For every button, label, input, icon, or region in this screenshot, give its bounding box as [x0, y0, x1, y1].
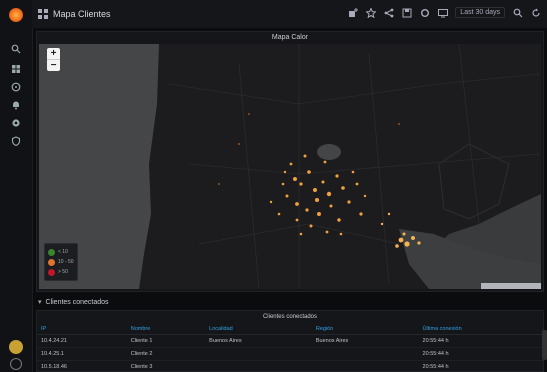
column-header[interactable]: Última conexión — [418, 324, 543, 335]
table-cell — [311, 347, 419, 361]
dashboard-grid-icon — [38, 9, 48, 19]
row-header[interactable]: ▾ Clientes conectados — [36, 296, 544, 308]
row-title[interactable]: Clientes conectados — [46, 299, 109, 306]
legend-label: < 10 — [58, 249, 68, 255]
legend-item: < 10 — [48, 247, 74, 257]
table-cell: 20:55:44 h — [418, 360, 543, 371]
column-header[interactable]: Región — [311, 324, 419, 335]
table-title[interactable]: Clientes conectados — [37, 314, 543, 320]
legend-item: > 50 — [48, 267, 74, 277]
avatar[interactable] — [9, 340, 23, 354]
legend-label: > 50 — [58, 269, 68, 275]
save-icon[interactable] — [401, 7, 412, 18]
time-range-picker[interactable]: Last 30 days — [455, 7, 505, 18]
tv-mode-icon[interactable] — [437, 7, 448, 18]
help-icon[interactable] — [10, 358, 22, 370]
map-legend: < 10 10 - 50 > 50 — [44, 243, 78, 281]
dashboard-title[interactable]: Mapa Clientes — [53, 9, 111, 19]
share-icon[interactable] — [383, 7, 394, 18]
table-cell: Buenos Aires — [205, 334, 312, 348]
table-panel: Clientes conectados IP Nombre Localidad … — [36, 310, 544, 372]
table-cell: Buenos Aires — [311, 334, 419, 348]
add-panel-icon[interactable] — [347, 7, 358, 18]
zoom-control: + − — [47, 48, 60, 71]
chevron-down-icon[interactable]: ▾ — [38, 298, 42, 306]
table-cell — [311, 360, 419, 371]
map-panel: Mapa Calor + − < 10 10 - 50 > 50 — [36, 31, 544, 292]
scrollbar[interactable] — [542, 330, 547, 360]
shield-icon[interactable] — [11, 136, 21, 146]
zoom-out-button[interactable]: − — [47, 59, 60, 71]
panel-title[interactable]: Mapa Calor — [37, 34, 543, 41]
heatmap-map[interactable]: + − < 10 10 - 50 > 50 — [39, 44, 541, 289]
topbar: Mapa Clientes Last 30 days — [32, 0, 547, 28]
dashboards-icon[interactable] — [11, 64, 21, 74]
table-row: 10.4.24.21 Cliente 1 Buenos Aires Buenos… — [37, 334, 543, 348]
table-cell — [205, 347, 312, 361]
explore-icon[interactable] — [11, 82, 21, 92]
map-base — [39, 44, 541, 289]
table-row: 10.5.18.46 Cliente 3 20:55:44 h — [37, 360, 543, 371]
table-cell: Cliente 2 — [126, 347, 206, 361]
alerting-bell-icon[interactable] — [11, 100, 21, 110]
map-attribution — [481, 283, 541, 289]
legend-item: 10 - 50 — [48, 257, 74, 267]
zoom-out-time-icon[interactable] — [512, 7, 523, 18]
legend-color-dot — [48, 248, 55, 256]
settings-icon[interactable] — [419, 7, 430, 18]
logo[interactable] — [9, 8, 23, 22]
sidebar — [0, 0, 33, 372]
table-cell: 10.5.18.46 — [37, 360, 127, 371]
legend-label: 10 - 50 — [58, 259, 74, 265]
legend-color-dot — [48, 268, 55, 276]
refresh-icon[interactable] — [530, 7, 541, 18]
table-cell: 20:55:44 h — [418, 347, 543, 361]
app: Mapa Clientes Last 30 days Mapa Calor + … — [0, 0, 547, 372]
table-cell — [205, 360, 312, 371]
search-icon[interactable] — [11, 44, 21, 54]
table-row: 10.4.25.1 Cliente 2 20:55:44 h — [37, 347, 543, 361]
zoom-in-button[interactable]: + — [47, 48, 60, 59]
toolbar: Last 30 days — [347, 7, 541, 18]
star-icon[interactable] — [365, 7, 376, 18]
table-cell: 10.4.25.1 — [37, 347, 127, 361]
column-header[interactable]: Localidad — [205, 324, 312, 335]
legend-color-dot — [48, 258, 55, 266]
column-header[interactable]: Nombre — [126, 324, 206, 335]
column-header[interactable]: IP — [37, 324, 127, 335]
table-cell: Cliente 3 — [126, 360, 206, 371]
table-cell: Cliente 1 — [126, 334, 206, 348]
table-cell: 10.4.24.21 — [37, 334, 127, 348]
table-cell: 20:55:44 h — [418, 334, 543, 348]
clients-table: IP Nombre Localidad Región Última conexi… — [37, 324, 543, 371]
gear-icon[interactable] — [11, 118, 21, 128]
table-header-row: IP Nombre Localidad Región Última conexi… — [37, 324, 543, 335]
